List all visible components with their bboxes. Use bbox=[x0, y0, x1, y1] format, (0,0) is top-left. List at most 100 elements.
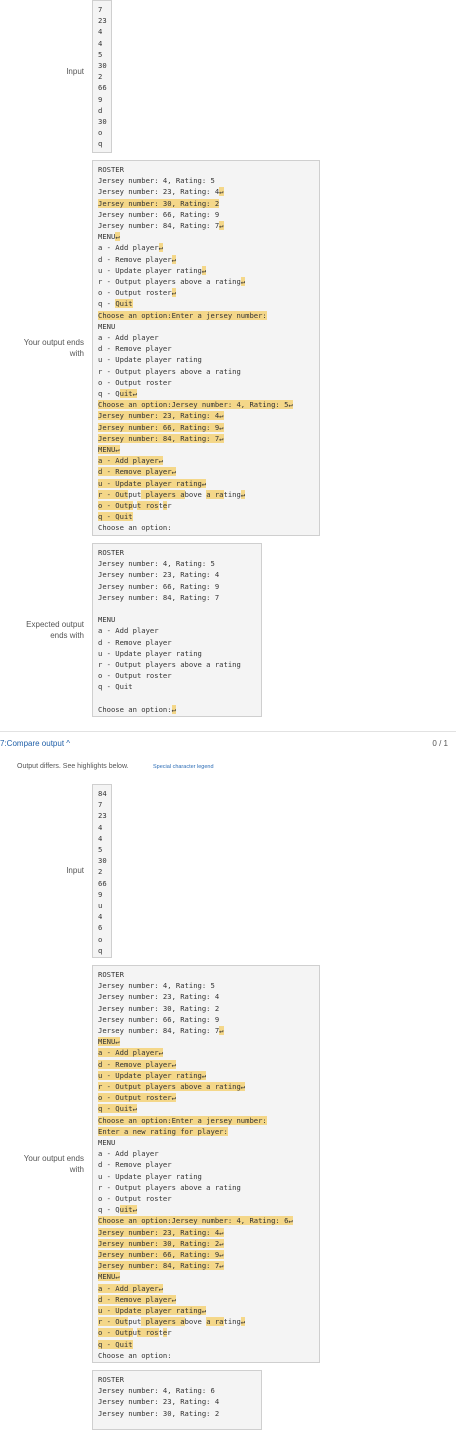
output-line: o - Output roster bbox=[98, 501, 172, 510]
output-line: u - Update player rating bbox=[98, 1171, 202, 1181]
output-line: Jersey number: 4, Rating: 5 bbox=[98, 559, 215, 569]
output-line: Jersey number: 66, Rating: 9 bbox=[98, 1014, 220, 1024]
output-line: 4 bbox=[98, 27, 103, 37]
output-line: q - Quit↵ bbox=[98, 1104, 137, 1114]
output-line: Jersey number: 23, Rating: 4↵ bbox=[98, 187, 224, 197]
output-line: a - Add player bbox=[98, 333, 159, 342]
output-line: u bbox=[98, 901, 103, 910]
output-line: Jersey number: 30, Rating: 2 bbox=[98, 198, 220, 208]
output-line: o bbox=[98, 128, 103, 138]
output-line: u - Update player rating↵ bbox=[98, 1306, 207, 1315]
output-line: Jersey number: 66, Rating: 9↵ bbox=[98, 422, 224, 432]
output-line: ROSTER bbox=[98, 548, 124, 557]
input-label: Input bbox=[66, 67, 84, 76]
output-line: 23 bbox=[98, 811, 107, 821]
output-line: o - Output roster bbox=[98, 1328, 172, 1338]
output-line: d - Remove player bbox=[98, 344, 172, 354]
output-line: Choose an option:Jersey number: 4, Ratin… bbox=[98, 400, 293, 410]
output-line: Jersey number: 4, Rating: 5 bbox=[98, 176, 215, 186]
output-line: 4 bbox=[98, 912, 103, 922]
output-line: 2 bbox=[98, 72, 103, 82]
output-line: Jersey number: 23, Rating: 4 bbox=[98, 570, 220, 580]
output-line: d - Remove player↵ bbox=[98, 1294, 176, 1304]
output-line: Jersey number: 84, Rating: 7↵ bbox=[98, 221, 224, 230]
section-divider bbox=[0, 731, 456, 732]
output-line: Jersey number: 66, Rating: 9↵ bbox=[98, 1250, 224, 1259]
output-line: Jersey number: 30, Rating: 2 bbox=[98, 1003, 220, 1013]
output-line: Jersey number: 30, Rating: 2 bbox=[98, 1408, 220, 1418]
output-line: d - Remove player bbox=[98, 1160, 172, 1170]
output-line: Jersey number: 4, Rating: 6 bbox=[98, 1386, 215, 1396]
your-output-box: ROSTER Jersey number: 4, Rating: 5 Jersey … bbox=[92, 160, 320, 536]
test-7-score: 0 / 1 bbox=[432, 739, 448, 748]
output-line: 7 bbox=[98, 800, 103, 810]
output-line: r - Output players above a rating↵ bbox=[98, 489, 246, 499]
output-line: r - Output players above a rating bbox=[98, 366, 241, 376]
output-line: q - Quit↵ bbox=[98, 389, 137, 398]
output-line: a - Add player bbox=[98, 626, 159, 636]
output-line: Enter a new rating for player: bbox=[98, 1126, 228, 1136]
output-line: 4 bbox=[98, 822, 103, 832]
output-line: u - Update player rating bbox=[98, 648, 202, 658]
output-line: 9 bbox=[98, 94, 103, 104]
output-line: Jersey number: 84, Rating: 7 bbox=[98, 592, 220, 602]
output-line: d - Remove player↵ bbox=[98, 254, 176, 264]
output-line: 5 bbox=[98, 845, 103, 854]
your-output-label: Your output ends with bbox=[23, 1154, 84, 1174]
output-line: 5 bbox=[98, 49, 103, 59]
output-line: 6 bbox=[98, 923, 103, 933]
output-line: o - Output roster↵ bbox=[98, 1093, 176, 1103]
output-line: Jersey number: 66, Rating: 9 bbox=[98, 209, 220, 219]
output-line: u - Update player rating↵ bbox=[98, 478, 207, 488]
output-line: 30 bbox=[98, 61, 107, 70]
test-7-toggle[interactable]: 7:Compare output ^ bbox=[0, 738, 70, 749]
output-line: 4 bbox=[98, 833, 103, 843]
output-line: q - Quit bbox=[98, 682, 133, 692]
your-output-label: Your output ends with bbox=[23, 338, 84, 358]
input-label: Input bbox=[66, 866, 84, 875]
output-line: 7 bbox=[98, 5, 103, 14]
output-line: a - Add player↵ bbox=[98, 1048, 163, 1058]
output-line: 84 bbox=[98, 789, 107, 798]
output-line: u - Update player rating↵ bbox=[98, 1070, 207, 1080]
output-line: Jersey number: 84, Rating: 7↵ bbox=[98, 1026, 224, 1035]
output-line: u - Update player rating↵ bbox=[98, 265, 207, 275]
output-line: 23 bbox=[98, 16, 107, 26]
output-line: q - Quit bbox=[98, 512, 133, 522]
output-line: q - Quit↵ bbox=[98, 1205, 137, 1215]
output-line: Choose an option: bbox=[98, 1350, 172, 1360]
output-line: 30 bbox=[98, 117, 107, 126]
output-line: a - Add player↵ bbox=[98, 1283, 163, 1293]
output-line: Choose an option:Jersey number: 4, Ratin… bbox=[98, 1216, 293, 1226]
output-line: o - Output roster bbox=[98, 1194, 172, 1203]
output-line: a - Add player bbox=[98, 1149, 159, 1159]
output-line: a - Add player↵ bbox=[98, 243, 163, 253]
output-line: Jersey number: 4, Rating: 5 bbox=[98, 981, 215, 991]
output-line: 9 bbox=[98, 889, 103, 899]
output-line: r - Output players above a rating↵ bbox=[98, 277, 246, 286]
output-line: Choose an option:↵ bbox=[98, 704, 176, 714]
output-line: Jersey number: 66, Rating: 9 bbox=[98, 581, 220, 591]
output-line: d bbox=[98, 105, 103, 115]
output-line: MENU bbox=[98, 321, 116, 331]
output-differs-message: Output differs. See highlights below. bbox=[17, 763, 129, 770]
output-line: Jersey number: 23, Rating: 4 bbox=[98, 992, 220, 1002]
output-line: o - Output roster↵ bbox=[98, 288, 176, 298]
output-line: q bbox=[98, 139, 103, 149]
output-line: q bbox=[98, 945, 103, 955]
expected-output-label: Expected output ends with bbox=[26, 620, 84, 640]
output-line: ROSTER bbox=[98, 1375, 124, 1384]
special-character-legend-link[interactable]: Special character legend bbox=[153, 763, 214, 772]
output-line: ROSTER bbox=[98, 165, 124, 174]
output-line: 30 bbox=[98, 856, 107, 866]
output-line: Jersey number: 84, Rating: 7↵ bbox=[98, 1261, 224, 1271]
input-box: 7 23 4 4 5 30 2 66 9 d 30 o q bbox=[92, 0, 112, 153]
output-line: q - Quit bbox=[98, 1339, 133, 1349]
expected-output-box: ROSTER Jersey number: 4, Rating: 5 Jersey … bbox=[92, 543, 262, 717]
output-line: q - Quit bbox=[98, 299, 133, 309]
output-line: MENU↵ bbox=[98, 445, 120, 454]
input-box: 84 7 23 4 4 5 30 2 66 9 u 4 6 o q bbox=[92, 784, 112, 958]
output-line: d - Remove player↵ bbox=[98, 1059, 176, 1069]
output-line: r - Output players above a rating bbox=[98, 660, 241, 669]
output-line: u - Update player rating bbox=[98, 355, 202, 365]
